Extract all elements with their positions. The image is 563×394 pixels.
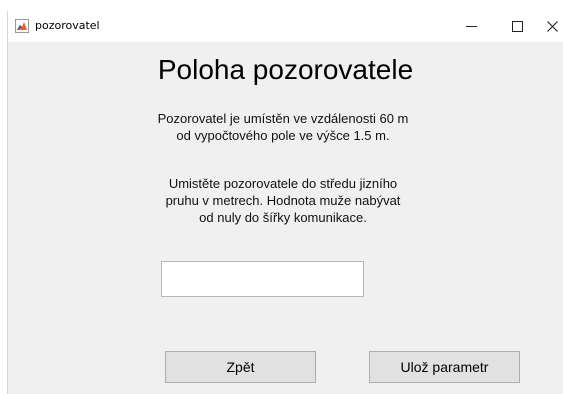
app-window: pozorovatel Poloha pozorovatele Pozorova… <box>7 11 563 394</box>
close-button[interactable] <box>529 11 563 42</box>
info-text-distance: Pozorovatel je umístěn ve vzdálenosti 60… <box>157 111 409 143</box>
info-text-instructions: Umistěte pozorovatele do středu jizního … <box>165 176 401 225</box>
save-parameter-button[interactable]: Ulož parametr <box>369 351 520 383</box>
title-bar[interactable]: pozorovatel <box>8 11 563 42</box>
minimize-button[interactable] <box>448 11 494 42</box>
matlab-figure-icon <box>15 19 29 33</box>
back-button[interactable]: Zpět <box>165 351 316 383</box>
window-title: pozorovatel <box>35 19 100 32</box>
minimize-icon <box>465 26 477 27</box>
maximize-icon <box>511 21 523 32</box>
close-icon <box>546 21 558 32</box>
page-title: Poloha pozorovatele <box>157 54 414 85</box>
position-input[interactable] <box>161 261 364 297</box>
